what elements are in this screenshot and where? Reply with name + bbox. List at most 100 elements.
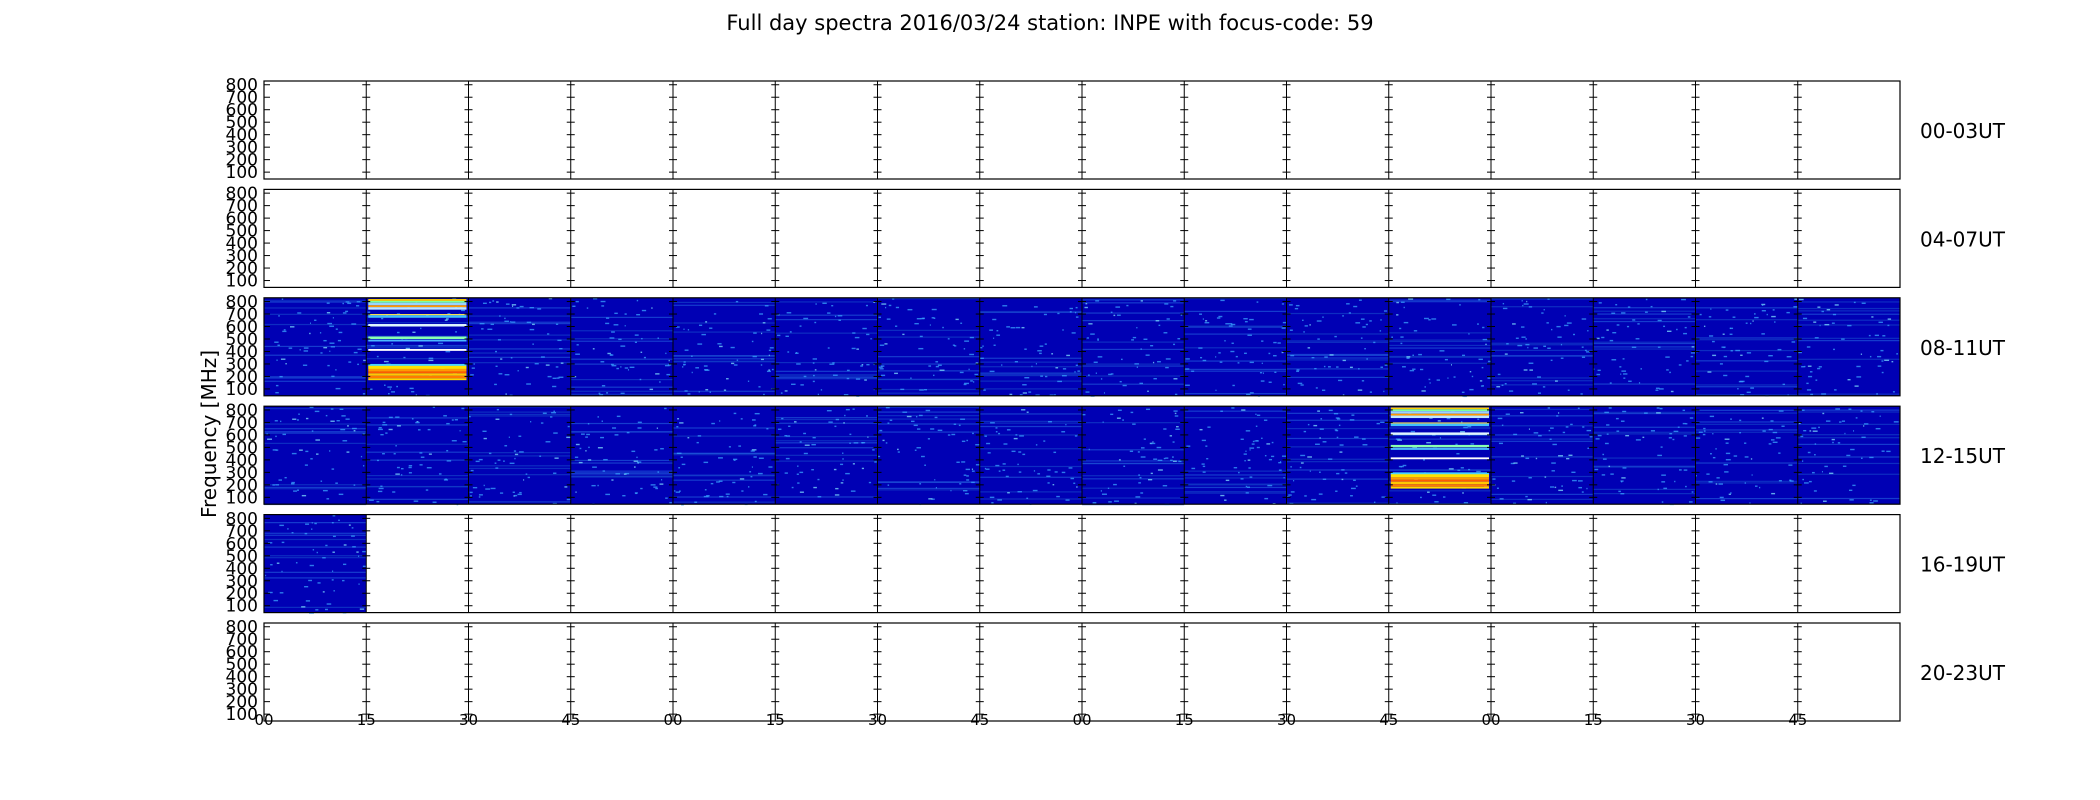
noise-speckle bbox=[1703, 430, 1706, 432]
noise-speckle bbox=[1722, 333, 1725, 335]
noise-speckle bbox=[576, 344, 579, 346]
burst-band bbox=[1390, 407, 1489, 410]
interference-line bbox=[468, 315, 571, 317]
noise-speckle bbox=[1462, 492, 1464, 494]
y-tick-label: 800 bbox=[226, 76, 258, 96]
noise-speckle bbox=[1873, 500, 1878, 502]
noise-speckle bbox=[750, 450, 755, 452]
spectrum-background bbox=[1388, 297, 1491, 396]
noise-speckle bbox=[1280, 461, 1282, 463]
noise-speckle bbox=[411, 418, 414, 420]
noise-speckle bbox=[1644, 311, 1648, 313]
interference-line bbox=[468, 467, 571, 470]
noise-speckle bbox=[834, 315, 837, 318]
noise-speckle bbox=[928, 498, 933, 500]
noise-speckle bbox=[1606, 329, 1609, 331]
interference-line bbox=[1797, 456, 1900, 458]
noise-speckle bbox=[438, 473, 442, 475]
noise-speckle bbox=[797, 465, 799, 467]
noise-speckle bbox=[408, 466, 412, 469]
noise-speckle bbox=[1657, 454, 1662, 457]
noise-speckle bbox=[358, 555, 360, 557]
interference-line bbox=[877, 336, 980, 338]
noise-speckle bbox=[1749, 502, 1751, 504]
interference-line bbox=[1695, 384, 1798, 386]
noise-speckle bbox=[1674, 480, 1676, 483]
noise-speckle bbox=[1661, 474, 1666, 476]
noise-speckle bbox=[1006, 429, 1011, 431]
noise-speckle bbox=[1556, 415, 1559, 417]
noise-speckle bbox=[1587, 330, 1589, 332]
noise-speckle bbox=[1564, 315, 1566, 317]
noise-speckle bbox=[482, 430, 487, 432]
noise-speckle bbox=[275, 435, 277, 438]
interference-line bbox=[264, 571, 367, 573]
row-label: 00-03UT bbox=[1920, 119, 2006, 143]
noise-speckle bbox=[666, 373, 671, 376]
noise-speckle bbox=[1316, 320, 1322, 322]
noise-speckle bbox=[680, 456, 683, 458]
noise-speckle bbox=[1550, 427, 1554, 429]
noise-speckle bbox=[1650, 430, 1655, 432]
noise-speckle bbox=[1116, 314, 1121, 316]
noise-speckle bbox=[1002, 469, 1006, 471]
noise-speckle bbox=[1261, 340, 1264, 342]
noise-speckle bbox=[913, 424, 918, 427]
noise-speckle bbox=[1273, 355, 1277, 357]
noise-speckle bbox=[1791, 341, 1796, 343]
noise-speckle bbox=[711, 422, 715, 425]
interference-line bbox=[264, 323, 367, 326]
noise-speckle bbox=[545, 364, 550, 366]
noise-speckle bbox=[1333, 412, 1339, 415]
noise-speckle bbox=[408, 472, 412, 474]
noise-speckle bbox=[1622, 410, 1627, 413]
interference-line bbox=[775, 370, 878, 372]
noise-speckle bbox=[1856, 376, 1862, 378]
noise-speckle bbox=[726, 495, 729, 498]
noise-speckle bbox=[1622, 467, 1627, 469]
noise-speckle bbox=[305, 450, 309, 453]
row-label: 04-07UT bbox=[1920, 227, 2006, 251]
noise-speckle bbox=[311, 430, 314, 432]
noise-speckle bbox=[1244, 320, 1248, 323]
noise-speckle bbox=[303, 350, 309, 352]
noise-speckle bbox=[1492, 478, 1496, 480]
noise-speckle bbox=[760, 364, 763, 366]
interference-line bbox=[1491, 415, 1594, 417]
noise-speckle bbox=[1005, 475, 1009, 478]
noise-speckle bbox=[985, 468, 990, 470]
noise-speckle bbox=[1439, 437, 1441, 439]
noise-speckle bbox=[427, 428, 431, 431]
noise-speckle bbox=[1224, 340, 1226, 342]
noise-speckle bbox=[799, 325, 802, 327]
noise-speckle bbox=[954, 345, 957, 347]
noise-speckle bbox=[487, 328, 493, 330]
noise-speckle bbox=[278, 479, 282, 481]
noise-speckle bbox=[1814, 454, 1816, 456]
noise-speckle bbox=[939, 369, 945, 371]
noise-speckle bbox=[1855, 417, 1858, 419]
noise-speckle bbox=[1809, 371, 1813, 373]
interference-line bbox=[775, 447, 878, 449]
noise-speckle bbox=[764, 305, 769, 307]
noise-speckle bbox=[1202, 318, 1204, 320]
noise-speckle bbox=[343, 544, 347, 546]
noise-speckle bbox=[970, 380, 973, 382]
noise-speckle bbox=[1560, 357, 1564, 359]
noise-speckle bbox=[516, 307, 520, 309]
noise-speckle bbox=[910, 377, 912, 379]
noise-speckle bbox=[1249, 447, 1255, 449]
noise-speckle bbox=[1655, 389, 1659, 391]
noise-speckle bbox=[1724, 438, 1730, 440]
spectrum-background bbox=[1491, 406, 1594, 505]
noise-speckle bbox=[1328, 458, 1333, 460]
noise-speckle bbox=[832, 374, 838, 376]
noise-speckle bbox=[601, 385, 606, 387]
x-tick-label: 45 bbox=[1788, 711, 1807, 729]
noise-speckle bbox=[1751, 474, 1753, 476]
noise-speckle bbox=[1477, 418, 1480, 421]
noise-speckle bbox=[1419, 368, 1424, 371]
noise-speckle bbox=[832, 362, 835, 364]
noise-speckle bbox=[753, 425, 757, 427]
spectrum-background bbox=[570, 406, 673, 505]
